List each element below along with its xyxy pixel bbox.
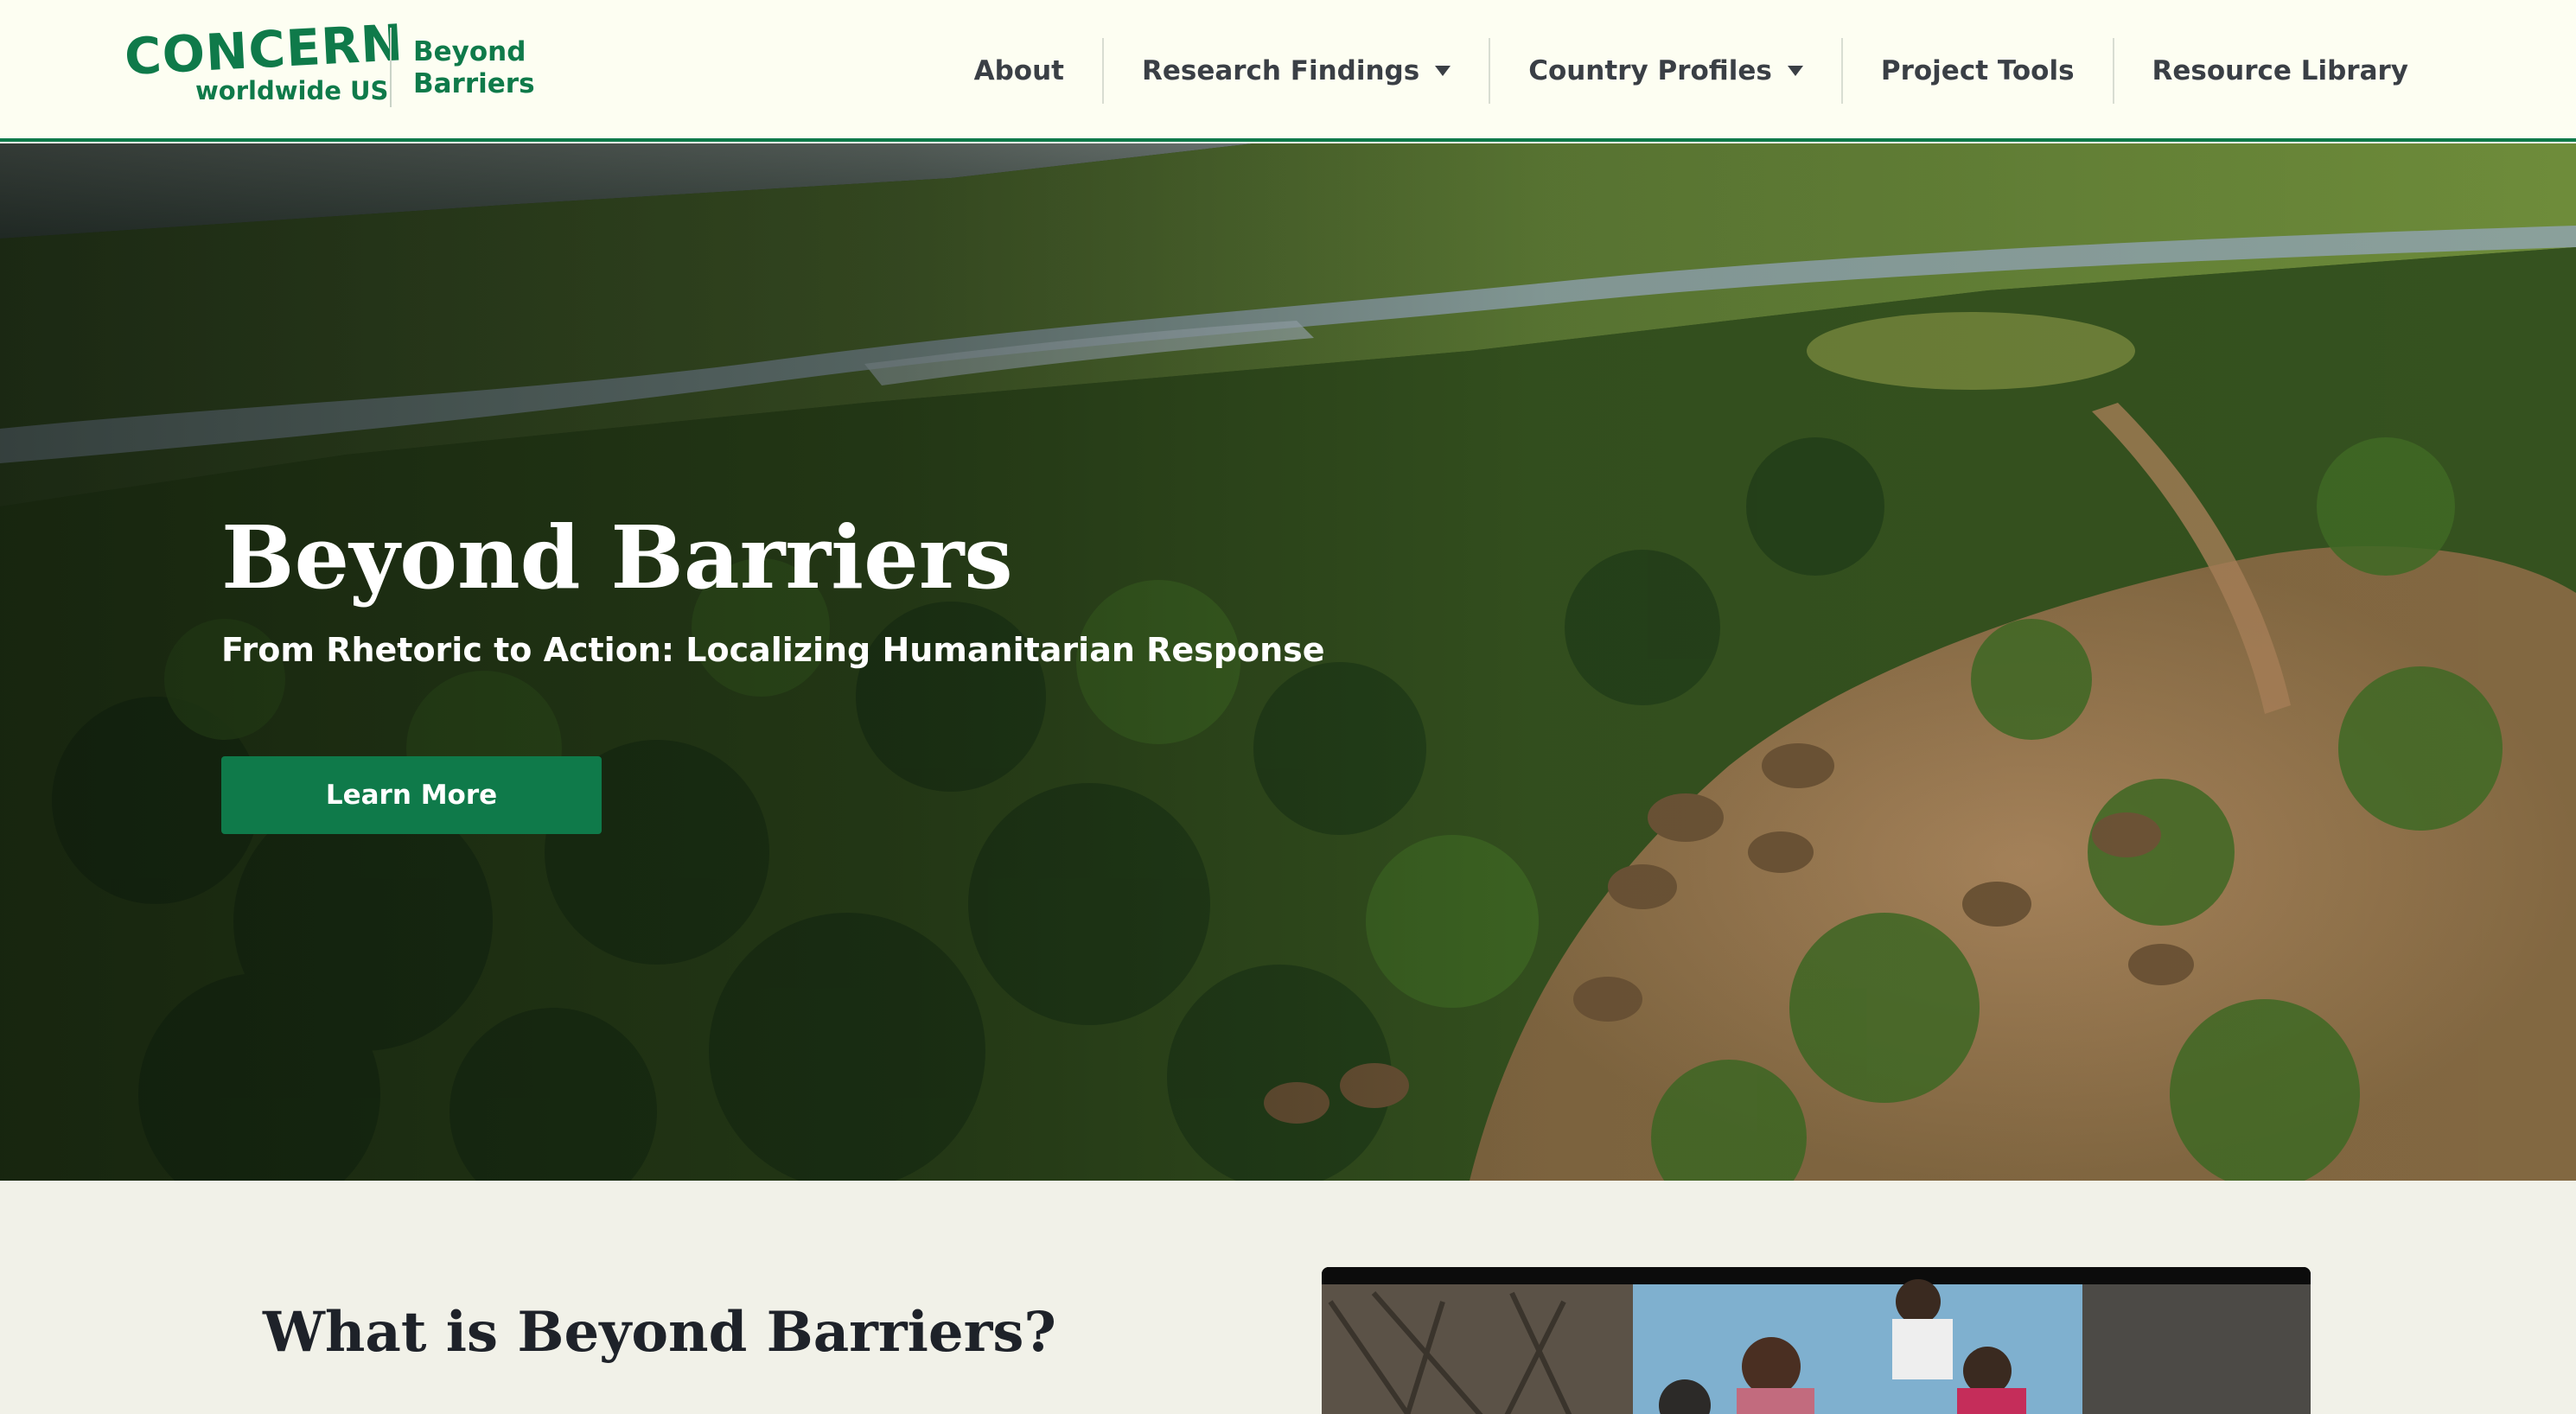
logo-subtext: worldwide US <box>195 76 389 105</box>
hero-banner: Beyond Barriers From Rhetoric to Action:… <box>0 143 2576 1181</box>
brand-line-2: Barriers <box>413 68 535 99</box>
nav-item-project-tools[interactable]: Project Tools <box>1840 38 2113 104</box>
nav-item-about[interactable]: About <box>936 38 1102 104</box>
nav-item-resource-library[interactable]: Resource Library <box>2112 38 2576 104</box>
brand-line-1: Beyond <box>413 36 526 67</box>
nav-item-label: About <box>973 55 1064 86</box>
nav-item-label: Resource Library <box>2152 55 2408 86</box>
nav-item-label: Project Tools <box>1880 55 2075 86</box>
hero-title: Beyond Barriers <box>221 506 1013 608</box>
chevron-down-icon <box>1435 66 1451 76</box>
play-video-thumbnail <box>1322 1267 2311 1414</box>
concern-logo[interactable]: CONCERN worldwide US <box>123 13 405 114</box>
logo-divider <box>390 28 392 107</box>
nav-item-country-profiles[interactable]: Country Profiles <box>1489 38 1841 104</box>
nav-item-label: Country Profiles <box>1528 55 1772 86</box>
chevron-down-icon <box>1787 66 1803 76</box>
section-heading: What is Beyond Barriers? <box>263 1300 1056 1365</box>
learn-more-button[interactable]: Learn More <box>221 756 602 834</box>
nav-item-label: Research Findings <box>1141 55 1420 86</box>
site-header: CONCERN worldwide US Beyond Barriers Abo… <box>0 0 2576 142</box>
nav-item-research-findings[interactable]: Research Findings <box>1101 38 1489 104</box>
site-brand[interactable]: Beyond Barriers <box>413 36 535 100</box>
main-nav: About Research Findings Country Profiles… <box>936 0 2576 142</box>
video-thumbnail[interactable] <box>1322 1267 2311 1414</box>
hero-subtitle: From Rhetoric to Action: Localizing Huma… <box>221 631 1325 669</box>
